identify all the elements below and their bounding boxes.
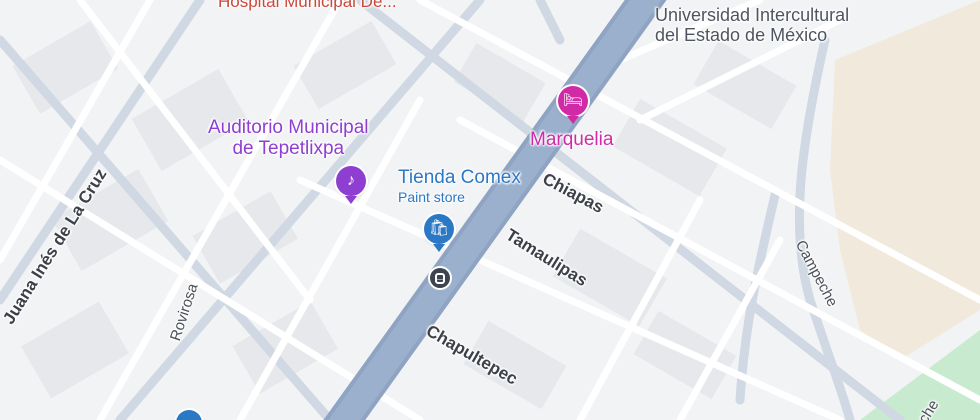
tienda-label[interactable]: Tienda Comex [398,167,521,189]
auditorio-pin[interactable]: ♪ [336,166,366,204]
tienda-pin[interactable]: 🛍 [424,214,454,252]
university-label[interactable]: Universidad Intercultural del Estado de … [655,5,850,46]
auditorio-label-line2: de Tepetlixpa [232,137,345,159]
shopping-bag-icon: 🛍 [428,220,450,237]
hotel-label[interactable]: Marquelia [530,129,613,151]
sand-area [830,0,980,360]
map-view[interactable]: Hospital Municipal De... Universidad Int… [0,0,980,420]
tienda-category: Paint store [398,189,465,205]
bed-icon: 🛏 [562,92,584,109]
bus-stop-icon[interactable] [430,268,450,288]
hotel-pin[interactable]: 🛏 [558,86,588,124]
university-label-line1: Universidad Intercultural [655,5,850,25]
auditorio-label[interactable]: Auditorio Municipal de Tepetlixpa [208,117,369,160]
auditorio-label-line1: Auditorio Municipal [208,117,369,138]
music-note-icon: ♪ [347,172,355,189]
university-label-line2: del Estado de México [655,24,828,45]
hospital-label[interactable]: Hospital Municipal De... [218,0,397,12]
